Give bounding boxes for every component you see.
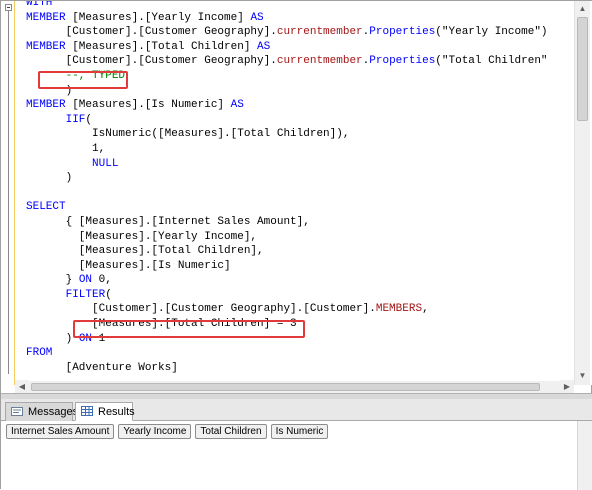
- keyword-token: Properties: [369, 55, 436, 68]
- code-token: (: [85, 113, 93, 126]
- code-line[interactable]: } ON 0,: [26, 273, 577, 288]
- code-line[interactable]: NULL: [26, 157, 577, 172]
- code-line[interactable]: ): [26, 171, 577, 186]
- keyword-token: AS: [250, 11, 264, 24]
- code-line[interactable]: [Adventure Works]: [26, 361, 577, 376]
- collapse-icon[interactable]: [5, 4, 12, 11]
- code-token: [Customer].[Customer Geography].[Custome…: [26, 303, 376, 316]
- keyword-token: Properties: [369, 26, 436, 39]
- keyword-token: WITH: [26, 1, 53, 9]
- messages-icon: [11, 406, 24, 418]
- tab-messages-label: Messages: [28, 406, 79, 418]
- scroll-right-icon[interactable]: ▶: [560, 380, 574, 392]
- code-line[interactable]: [Measures].[Is Numeric]: [26, 259, 577, 274]
- vertical-scroll-thumb[interactable]: [577, 17, 588, 121]
- keyword-token: ON: [78, 274, 93, 287]
- filter-condition-highlight: [73, 320, 305, 338]
- tab-messages[interactable]: Messages: [5, 402, 78, 421]
- keyword-token: NULL: [92, 157, 119, 170]
- code-line[interactable]: IIF(: [26, 113, 577, 128]
- code-line[interactable]: MEMBER [Measures].[Total Children] AS: [26, 40, 577, 55]
- code-line[interactable]: [26, 186, 577, 201]
- editor-vertical-scrollbar[interactable]: ▲ ▼: [574, 1, 590, 385]
- keyword-token: SELECT: [26, 201, 66, 214]
- code-line[interactable]: FROM: [26, 346, 577, 361]
- keyword-token: MEMBER: [26, 99, 66, 112]
- code-token: ): [26, 332, 79, 345]
- code-line[interactable]: { [Measures].[Internet Sales Amount],: [26, 215, 577, 230]
- code-token: [Measures].[Yearly Income],: [26, 230, 258, 243]
- column-header-internet-sales-amount[interactable]: Internet Sales Amount: [6, 424, 115, 439]
- code-line[interactable]: SELECT: [26, 200, 577, 215]
- code-line[interactable]: [Customer].[Customer Geography].[Custome…: [26, 302, 577, 317]
- code-token: ,: [422, 303, 429, 316]
- keyword-token: MEMBER: [26, 40, 66, 53]
- code-line[interactable]: 1,: [26, 142, 577, 157]
- code-token: ("Yearly Income"): [435, 26, 548, 39]
- outline-fold-line: [8, 11, 9, 374]
- results-vertical-scrollbar[interactable]: [577, 421, 592, 490]
- column-header-yearly-income[interactable]: Yearly Income: [118, 424, 192, 439]
- code-token: IsNumeric([Measures].[Total Children]),: [26, 128, 350, 141]
- code-token: (: [105, 288, 112, 301]
- code-line[interactable]: [Customer].[Customer Geography].currentm…: [26, 54, 577, 69]
- code-token: ("Total Children": [435, 55, 548, 68]
- code-token: 1,: [26, 142, 106, 155]
- code-token: [Measures].[Is Numeric]: [26, 259, 231, 272]
- results-tab-bar: Messages Results: [1, 399, 592, 421]
- keyword-token: AS: [230, 99, 244, 112]
- scroll-left-icon[interactable]: ◀: [15, 380, 29, 392]
- query-window: WITH MEMBER [Measures].[Yearly Income] AS…: [0, 0, 592, 490]
- code-line[interactable]: [Customer].[Customer Geography].currentm…: [26, 25, 577, 40]
- column-header-is-numeric[interactable]: Is Numeric: [270, 424, 329, 439]
- horizontal-scroll-thumb[interactable]: [31, 383, 540, 391]
- code-token: { [Measures].[Internet Sales Amount],: [26, 215, 310, 228]
- code-line[interactable]: WITH: [26, 1, 577, 11]
- code-token: }: [26, 274, 79, 287]
- function-token: MEMBERS: [375, 303, 423, 316]
- results-grid-icon: [81, 406, 94, 417]
- editor-horizontal-scrollbar[interactable]: ◀ ▶: [15, 380, 574, 393]
- tab-results[interactable]: Results: [75, 402, 135, 421]
- code-token: [Customer].[Customer Geography].: [26, 26, 277, 39]
- scroll-up-icon[interactable]: ▲: [575, 1, 590, 16]
- code-token: [Measures].[Total Children],: [26, 245, 264, 258]
- query-editor[interactable]: WITH MEMBER [Measures].[Yearly Income] AS…: [1, 1, 592, 385]
- change-tracking-bar: [14, 1, 15, 385]
- code-line[interactable]: MEMBER [Measures].[Is Numeric] AS: [26, 98, 577, 113]
- keyword-token: FILTER: [65, 288, 106, 301]
- code-token: [Customer].[Customer Geography].: [26, 55, 277, 68]
- code-token: [Adventure Works]: [26, 361, 178, 374]
- code-line[interactable]: IsNumeric([Measures].[Total Children]),: [26, 127, 577, 142]
- code-token: [Measures].[Total Children]: [65, 40, 258, 53]
- function-token: currentmember: [276, 26, 363, 39]
- code-token: [Measures].[Is Numeric]: [65, 99, 231, 112]
- outline-margin: [1, 1, 13, 385]
- keyword-token: MEMBER: [26, 11, 66, 24]
- keyword-token: FROM: [26, 347, 53, 360]
- column-header-total-children[interactable]: Total Children: [195, 424, 267, 439]
- function-token: currentmember: [276, 55, 363, 68]
- code-token: 0,: [92, 274, 112, 287]
- keyword-token: AS: [257, 40, 271, 53]
- keyword-token: IIF: [65, 113, 86, 126]
- results-column-headers: Internet Sales Amount Yearly Income Tota…: [6, 424, 329, 439]
- results-grid: Internet Sales Amount Yearly Income Tota…: [1, 421, 592, 490]
- code-line[interactable]: MEMBER [Measures].[Yearly Income] AS: [26, 11, 577, 26]
- code-token: ): [26, 172, 73, 185]
- code-line[interactable]: [Measures].[Total Children],: [26, 244, 577, 259]
- code-line[interactable]: [Measures].[Yearly Income],: [26, 230, 577, 245]
- code-line[interactable]: FILTER(: [26, 288, 577, 303]
- typed-comment-highlight: [38, 71, 128, 89]
- tab-results-label: Results: [98, 405, 135, 418]
- code-token: [Measures].[Yearly Income]: [65, 11, 251, 24]
- scroll-down-icon[interactable]: ▼: [575, 368, 590, 383]
